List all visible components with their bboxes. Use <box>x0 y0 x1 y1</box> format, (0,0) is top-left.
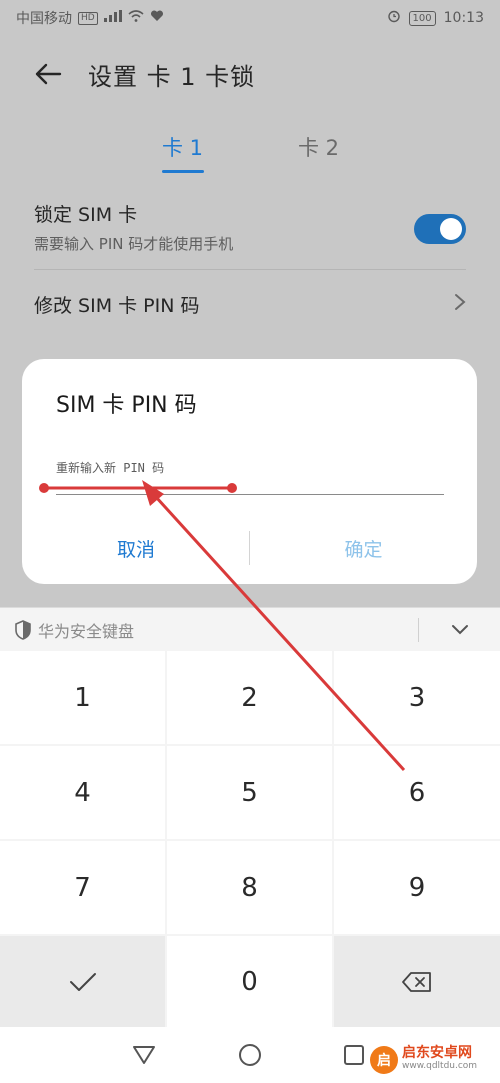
backspace-key[interactable] <box>334 936 500 1027</box>
sim-tabs: 卡 1 卡 2 <box>0 132 500 178</box>
key-4[interactable]: 4 <box>0 746 165 839</box>
confirm-key[interactable] <box>0 936 165 1027</box>
key-1[interactable]: 1 <box>0 651 165 744</box>
toggle-knob <box>440 218 462 240</box>
nav-back-button[interactable] <box>124 1035 164 1075</box>
watermark-title: 启东安卓网 <box>402 1045 472 1061</box>
circle-home-icon <box>239 1044 261 1066</box>
battery-indicator: 100 <box>408 10 436 26</box>
checkmark-icon <box>69 972 96 991</box>
tab-indicator <box>162 170 204 173</box>
change-pin-row[interactable]: 修改 SIM 卡 PIN 码 <box>34 276 466 332</box>
shield-icon <box>14 619 32 640</box>
key-6[interactable]: 6 <box>334 746 500 839</box>
carrier-name: 中国移动 <box>16 11 72 27</box>
lock-sim-row[interactable]: 锁定 SIM 卡 需要输入 PIN 码才能使用手机 <box>34 200 466 270</box>
nav-home-button[interactable] <box>230 1035 270 1075</box>
signal-icon <box>103 10 122 26</box>
numeric-keypad: 1 2 3 4 5 6 7 8 9 0 <box>0 651 500 1027</box>
pin-dialog: SIM 卡 PIN 码 重新输入新 PIN 码 取消 确定 <box>22 359 477 584</box>
title-bar: 设置 卡 1 卡锁 <box>0 48 500 100</box>
hd-badge: HD <box>78 11 98 25</box>
heart-icon <box>150 10 164 26</box>
lock-sim-toggle[interactable] <box>414 214 466 244</box>
tab-card-1[interactable]: 卡 1 <box>162 132 203 162</box>
arrow-left-icon <box>35 63 62 85</box>
key-3[interactable]: 3 <box>334 651 500 744</box>
watermark-url: www.qdltdu.com <box>402 1061 478 1071</box>
status-bar: 中国移动 HD 100 10:13 <box>0 0 500 36</box>
key-9[interactable]: 9 <box>334 841 500 934</box>
page-title: 设置 卡 1 卡锁 <box>88 62 256 91</box>
keyboard-collapse-button[interactable] <box>440 614 480 646</box>
pin-input[interactable] <box>56 455 444 495</box>
keyboard-header: 华为安全键盘 <box>0 607 500 651</box>
wifi-icon <box>128 10 144 26</box>
tab-card-2[interactable]: 卡 2 <box>298 132 339 162</box>
chevron-right-icon <box>454 293 466 315</box>
key-5[interactable]: 5 <box>167 746 332 839</box>
cancel-button[interactable]: 取消 <box>22 527 250 569</box>
dialog-title: SIM 卡 PIN 码 <box>56 393 197 418</box>
chevron-down-icon <box>452 625 468 635</box>
key-8[interactable]: 8 <box>167 841 332 934</box>
nav-recents-button[interactable] <box>334 1035 374 1075</box>
alarm-icon <box>387 9 401 27</box>
clock: 10:13 <box>443 10 484 26</box>
key-0[interactable]: 0 <box>167 936 332 1027</box>
backspace-icon <box>402 971 431 992</box>
lock-sim-description: 需要输入 PIN 码才能使用手机 <box>34 235 234 253</box>
confirm-button[interactable]: 确定 <box>250 527 477 569</box>
key-2[interactable]: 2 <box>167 651 332 744</box>
lock-sim-title: 锁定 SIM 卡 <box>34 204 138 226</box>
change-pin-label: 修改 SIM 卡 PIN 码 <box>34 294 200 317</box>
keyboard-label: 华为安全键盘 <box>38 621 135 641</box>
key-7[interactable]: 7 <box>0 841 165 934</box>
square-recents-icon <box>344 1045 364 1065</box>
keyboard-header-divider <box>418 618 419 642</box>
back-button[interactable] <box>18 48 78 100</box>
watermark-logo: 启 <box>370 1046 398 1074</box>
triangle-back-icon <box>133 1046 155 1064</box>
site-watermark: 启 启东安卓网 www.qdltdu.com <box>370 1040 500 1080</box>
